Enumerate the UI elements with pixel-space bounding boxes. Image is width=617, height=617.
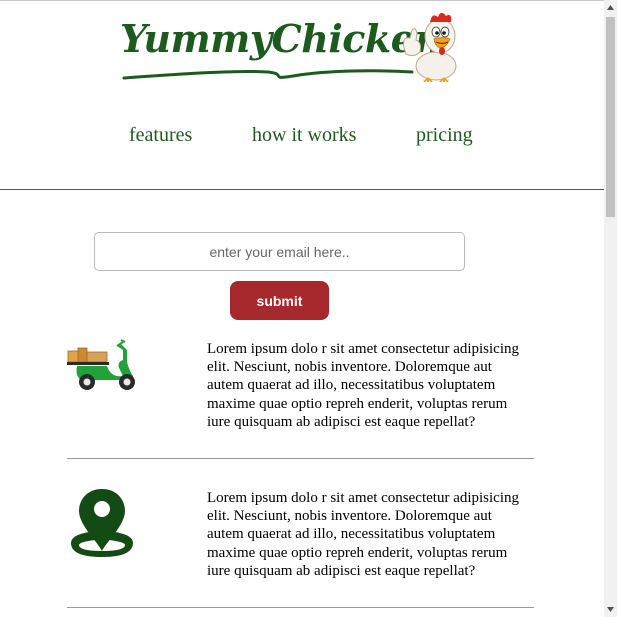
scroll-up-arrow-icon[interactable] bbox=[604, 0, 617, 15]
map-pin-icon bbox=[71, 489, 133, 557]
vertical-scrollbar[interactable] bbox=[604, 0, 617, 617]
nav-link-features[interactable]: features bbox=[129, 124, 192, 147]
logo-wordmark[interactable]: YummyChicken bbox=[120, 16, 442, 61]
chicken-mascot-icon bbox=[403, 12, 457, 82]
top-border bbox=[0, 0, 604, 1]
header-divider bbox=[0, 189, 604, 190]
scrollbar-thumb[interactable] bbox=[606, 17, 615, 217]
submit-button[interactable]: submit bbox=[230, 281, 329, 320]
feature-description: Lorem ipsum dolo r sit amet consectetur … bbox=[207, 490, 520, 579]
feature-item: Lorem ipsum dolo r sit amet consectetur … bbox=[67, 485, 534, 608]
feature-divider bbox=[67, 607, 534, 608]
email-input[interactable] bbox=[94, 232, 465, 271]
page: YummyChicken features how it works prici… bbox=[0, 0, 604, 617]
feature-item: Lorem ipsum dolo r sit amet consectetur … bbox=[67, 336, 534, 459]
nav-link-pricing[interactable]: pricing bbox=[416, 124, 473, 147]
feature-divider bbox=[67, 458, 534, 459]
logo-swoosh bbox=[122, 69, 414, 80]
delivery-scooter-icon bbox=[67, 339, 135, 390]
scroll-down-arrow-icon[interactable] bbox=[604, 602, 617, 617]
nav-link-how-it-works[interactable]: how it works bbox=[252, 124, 356, 147]
feature-description: Lorem ipsum dolo r sit amet consectetur … bbox=[207, 341, 520, 430]
